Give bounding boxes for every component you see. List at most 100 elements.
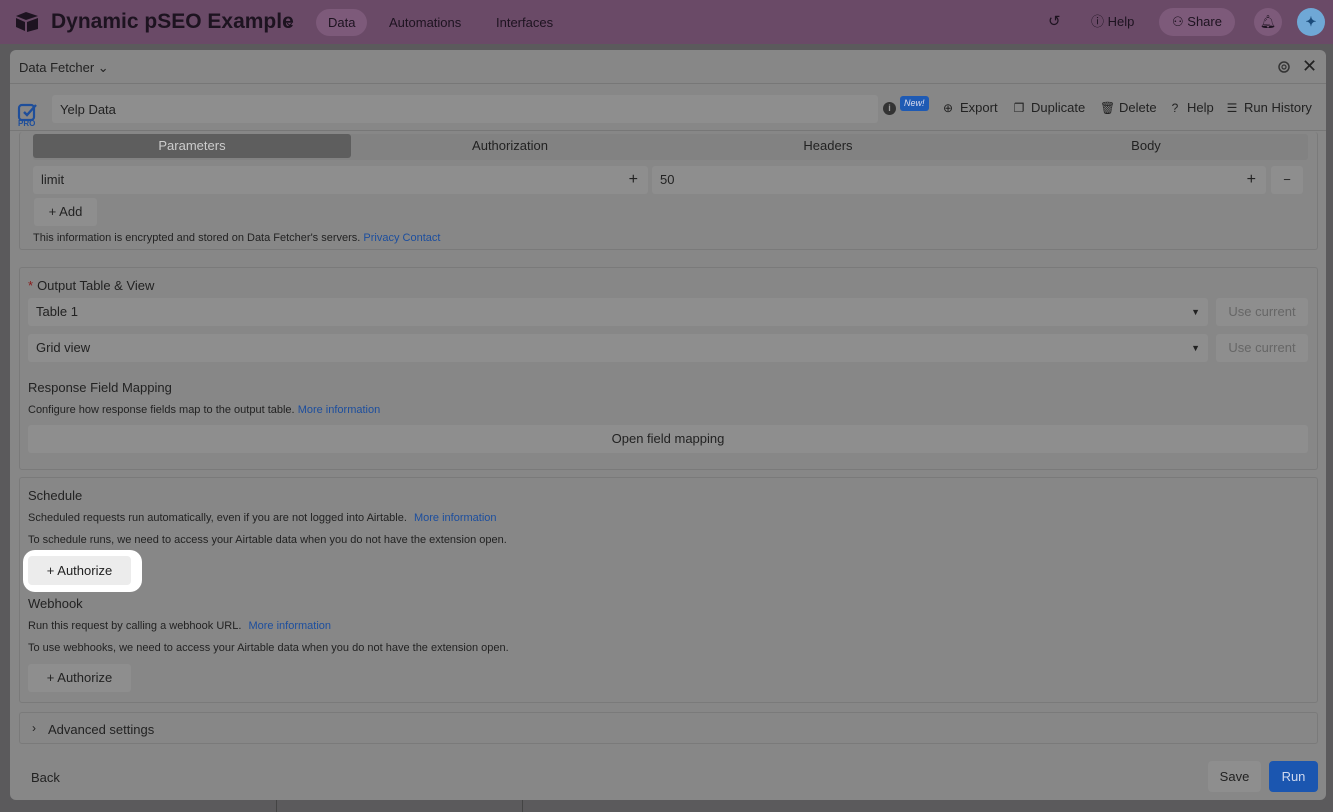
param-value-field[interactable]: 50 + bbox=[652, 166, 1266, 194]
contact-link[interactable]: Contact bbox=[403, 232, 441, 244]
run-button[interactable]: Run bbox=[1269, 761, 1318, 792]
share-label: Share bbox=[1187, 14, 1222, 29]
webhook-label: Webhook bbox=[28, 596, 83, 611]
webhook-authorize-button[interactable]: + Authorize bbox=[28, 664, 131, 692]
tab-interfaces[interactable]: Interfaces bbox=[484, 9, 565, 36]
schedule-label: Schedule bbox=[28, 488, 83, 503]
dialog-title-text: Data Fetcher bbox=[19, 60, 95, 75]
table-select[interactable]: Table 1 ▼ bbox=[28, 298, 1208, 326]
open-field-mapping-button[interactable]: Open field mapping bbox=[28, 425, 1308, 453]
tab-parameters[interactable]: Parameters bbox=[33, 134, 351, 158]
help-button[interactable]: ? Help bbox=[1168, 100, 1214, 115]
plus-icon: + bbox=[46, 563, 58, 578]
schedule-authorize-label: Authorize bbox=[57, 563, 113, 578]
output-label: * Output Table & View bbox=[28, 278, 154, 293]
dialog-title[interactable]: Data Fetcher ⌄ bbox=[19, 60, 109, 76]
caret-down-icon: ▼ bbox=[1191, 307, 1200, 317]
param-key-field[interactable]: limit + bbox=[33, 166, 648, 194]
param-key-text: limit bbox=[41, 172, 65, 187]
app-top-bar: Dynamic pSEO Example ⌄ Data Automations … bbox=[0, 0, 1333, 44]
webhook-authorize-label: Authorize bbox=[57, 670, 113, 685]
output-label-text: Output Table & View bbox=[37, 278, 155, 293]
duplicate-icon: ❐ bbox=[1013, 101, 1025, 115]
chevron-down-icon[interactable]: ⌄ bbox=[284, 14, 295, 30]
duplicate-button[interactable]: ❐ Duplicate bbox=[1012, 100, 1086, 115]
info-icon[interactable]: i bbox=[883, 102, 896, 115]
chevron-right-icon: › bbox=[32, 721, 36, 735]
new-badge: New! bbox=[900, 96, 929, 111]
schedule-desc: Scheduled requests run automatically, ev… bbox=[28, 512, 497, 524]
schedule-more-info-link[interactable]: More information bbox=[414, 512, 497, 524]
insert-field-icon[interactable]: + bbox=[629, 166, 638, 194]
schedule-note: To schedule runs, we need to access your… bbox=[28, 534, 507, 546]
grid-divider bbox=[276, 798, 277, 812]
data-fetcher-dialog: Data Fetcher ⌄ ✕ PRO i New! ⊕ Export ❐ Dup… bbox=[10, 50, 1326, 800]
back-button[interactable]: Back bbox=[31, 770, 60, 785]
caret-down-icon: ▼ bbox=[1191, 343, 1200, 353]
webhook-desc-text: Run this request by calling a webhook UR… bbox=[28, 620, 242, 632]
tab-headers[interactable]: Headers bbox=[669, 134, 987, 158]
avatar[interactable]: ✦ bbox=[1297, 8, 1325, 36]
delete-button[interactable]: 🗑︎ Delete bbox=[1100, 100, 1157, 115]
base-name[interactable]: Dynamic pSEO Example bbox=[51, 10, 294, 34]
add-param-button[interactable]: + Add bbox=[34, 198, 97, 226]
advanced-settings-toggle[interactable]: › Advanced settings bbox=[19, 712, 1318, 744]
webhook-desc: Run this request by calling a webhook UR… bbox=[28, 620, 331, 632]
run-history-label: Run History bbox=[1244, 100, 1312, 115]
tab-authorization[interactable]: Authorization bbox=[351, 134, 669, 158]
history-icon[interactable]: ↺ bbox=[1048, 8, 1061, 36]
use-current-table-button[interactable]: Use current bbox=[1216, 298, 1308, 326]
download-icon: ⊕ bbox=[942, 101, 954, 115]
view-select-value: Grid view bbox=[36, 340, 91, 355]
table-select-value: Table 1 bbox=[36, 304, 78, 319]
grid-divider bbox=[522, 798, 523, 812]
tab-body[interactable]: Body bbox=[987, 134, 1305, 158]
share-button[interactable]: ⚇ Share bbox=[1159, 8, 1235, 36]
request-tabs: Parameters Authorization Headers Body bbox=[33, 134, 1308, 160]
tab-automations[interactable]: Automations bbox=[377, 9, 473, 36]
pro-label: PRO bbox=[18, 119, 36, 128]
people-icon: ⚇ bbox=[1172, 14, 1188, 29]
view-select[interactable]: Grid view ▼ bbox=[28, 334, 1208, 362]
run-history-button[interactable]: ☰ Run History bbox=[1225, 100, 1312, 115]
help-link[interactable]: ⓘ Help bbox=[1091, 8, 1134, 36]
mapping-desc: Configure how response fields map to the… bbox=[28, 404, 380, 416]
save-button[interactable]: Save bbox=[1208, 761, 1261, 792]
privacy-link[interactable]: Privacy bbox=[363, 232, 399, 244]
question-icon: ? bbox=[1171, 101, 1179, 115]
param-value-text: 50 bbox=[660, 172, 675, 187]
export-label: Export bbox=[960, 100, 998, 115]
required-marker: * bbox=[28, 278, 34, 293]
bell-icon[interactable]: 🔔︎ bbox=[1254, 8, 1282, 36]
remove-param-button[interactable]: − bbox=[1271, 166, 1303, 194]
schedule-panel bbox=[19, 477, 1318, 703]
schedule-desc-text: Scheduled requests run automatically, ev… bbox=[28, 512, 407, 524]
delete-label: Delete bbox=[1119, 100, 1157, 115]
request-name-input[interactable] bbox=[52, 95, 878, 123]
plus-icon: + bbox=[48, 204, 60, 219]
encrypted-note: This information is encrypted and stored… bbox=[33, 232, 440, 244]
gear-icon[interactable] bbox=[1276, 59, 1292, 75]
trash-icon: 🗑︎ bbox=[1100, 101, 1116, 115]
mapping-label: Response Field Mapping bbox=[28, 380, 172, 395]
webhook-more-info-link[interactable]: More information bbox=[248, 620, 331, 632]
mapping-desc-text: Configure how response fields map to the… bbox=[28, 404, 295, 416]
insert-field-icon[interactable]: + bbox=[1247, 166, 1256, 194]
help-button-label: Help bbox=[1187, 100, 1214, 115]
schedule-authorize-button[interactable]: + Authorize bbox=[28, 556, 131, 585]
dialog-header: Data Fetcher ⌄ ✕ bbox=[10, 50, 1326, 84]
duplicate-label: Duplicate bbox=[1031, 100, 1086, 115]
mapping-more-info-link[interactable]: More information bbox=[298, 404, 381, 416]
add-label: Add bbox=[59, 204, 83, 219]
close-icon[interactable]: ✕ bbox=[1302, 56, 1317, 77]
use-current-view-button[interactable]: Use current bbox=[1216, 334, 1308, 362]
request-toolbar: PRO i New! ⊕ Export ❐ Duplicate 🗑︎Delete ?… bbox=[10, 85, 1326, 131]
airtable-logo-icon[interactable] bbox=[14, 11, 40, 33]
export-button[interactable]: ⊕ Export bbox=[941, 100, 998, 115]
help-label: Help bbox=[1107, 14, 1135, 29]
webhook-note: To use webhooks, we need to access your … bbox=[28, 642, 509, 654]
tab-data[interactable]: Data bbox=[316, 9, 368, 36]
plus-icon: + bbox=[46, 670, 58, 685]
advanced-settings-label: Advanced settings bbox=[48, 722, 155, 737]
encrypted-note-text: This information is encrypted and stored… bbox=[33, 232, 361, 244]
